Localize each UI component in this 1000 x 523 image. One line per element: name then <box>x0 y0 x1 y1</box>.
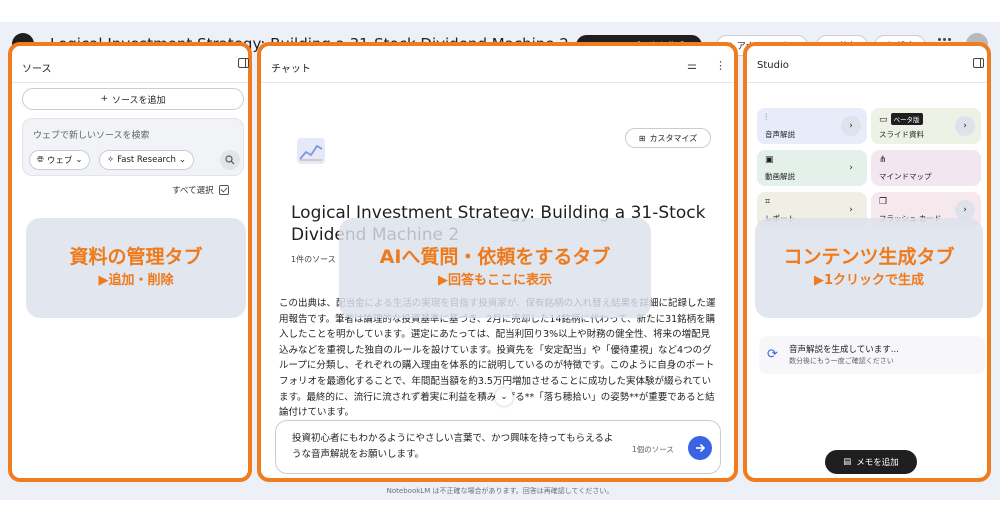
source-count-text: 1件のソース <box>291 255 336 264</box>
tile-audio-label: 音声解説 <box>765 130 795 139</box>
chat-input[interactable]: 投資初心者にもわかるようにやさしい言葉で、かつ興味を持ってもらえるような音声解説… <box>275 420 721 474</box>
search-placeholder: ウェブで新しいソースを検索 <box>33 131 150 141</box>
sources-annotation-title: 資料の管理タブ <box>69 246 203 268</box>
audio-generating-item[interactable]: ⟳ 音声解説を生成しています... 数分後にもう一度ご確認ください <box>759 336 985 374</box>
beta-badge: ベータ版 <box>890 113 923 125</box>
web-chip[interactable]: 🌐︎ ウェブ ⌄ <box>29 150 91 170</box>
sparkle-search-icon: ✧ <box>107 155 115 165</box>
tile-mindmap-label: マインドマップ <box>879 172 932 181</box>
mind-map-icon: ⋔ <box>879 155 887 165</box>
note-icon: ▤ <box>843 457 852 467</box>
divider <box>747 82 987 83</box>
slides-icon: ▭ ベータ版 <box>879 113 923 125</box>
studio-annotation: コンテンツ生成タブ ▶1クリックで生成 <box>755 218 983 318</box>
select-all-label: すべて選択 <box>172 186 214 196</box>
scroll-down-button[interactable]: ⌄ <box>495 388 513 406</box>
chevron-down-icon: ⌄ <box>75 155 83 165</box>
add-source-button[interactable]: + ソースを追加 <box>22 88 244 110</box>
chevron-right-icon[interactable]: › <box>955 200 975 220</box>
tile-mind-map[interactable]: ⋔ マインドマップ <box>871 150 981 186</box>
chat-annotation-title: AIへ質問・依頼をするタブ <box>379 246 611 268</box>
add-note-label: メモを追加 <box>856 458 899 468</box>
send-button[interactable] <box>688 436 712 460</box>
audio-wave-icon: ⫶ <box>765 113 768 123</box>
add-note-button[interactable]: ▤ メモを追加 <box>825 450 917 474</box>
divider <box>12 82 248 83</box>
audio-generating-title: 音声解説を生成しています... <box>789 345 899 355</box>
more-vert-icon[interactable]: ⋮ <box>715 59 726 72</box>
customize-button[interactable]: ⊞ カスタマイズ <box>625 128 711 148</box>
chat-heading: チャット <box>271 64 311 75</box>
video-icon: ▣ <box>765 155 774 165</box>
studio-panel: Studio ⫶ 音声解説 › ▭ ベータ版 スライド資料 › ▣ 動画解説 › … <box>743 42 991 482</box>
chat-input-text[interactable]: 投資初心者にもわかるようにやさしい言葉で、かつ興味を持ってもらえるような音声解説… <box>292 431 622 463</box>
tune-icon[interactable]: ⚌ <box>687 59 697 72</box>
chat-annotation: AIへ質問・依頼をするタブ ▶回答もここに表示 <box>339 218 651 318</box>
tile-slides[interactable]: ▭ ベータ版 スライド資料 › <box>871 108 981 144</box>
tile-video-overview[interactable]: ▣ 動画解説 › <box>757 150 867 186</box>
tile-audio-overview[interactable]: ⫶ 音声解説 › <box>757 108 867 144</box>
chat-annotation-sub: ▶回答もここに表示 <box>438 273 552 288</box>
web-chip-label: ウェブ <box>46 156 73 166</box>
plus-icon: + <box>100 94 108 104</box>
sources-heading: ソース <box>22 64 52 75</box>
tile-slides-label: スライド資料 <box>879 130 924 139</box>
add-source-label: ソースを追加 <box>111 95 166 106</box>
search-icon <box>225 155 235 165</box>
chevron-right-icon[interactable]: › <box>955 116 975 136</box>
select-all-checkbox[interactable] <box>218 185 229 195</box>
collapse-panel-icon[interactable] <box>238 58 249 68</box>
customize-label: カスタマイズ <box>649 133 698 143</box>
select-all-row[interactable]: すべて選択 <box>172 184 229 196</box>
report-icon: ⌗ <box>765 197 771 207</box>
research-chip[interactable]: ✧ Fast Research ⌄ <box>99 150 195 170</box>
flashcard-icon: ❐ <box>879 197 888 207</box>
input-source-count: 1個のソース <box>632 445 674 454</box>
sources-annotation-sub: ▶追加・削除 <box>98 273 174 288</box>
sync-icon: ⟳ <box>767 347 778 362</box>
search-button[interactable] <box>220 150 240 170</box>
globe-icon: 🌐︎ <box>37 155 44 165</box>
footer-disclaimer: NotebookLM は不正確な場合があります。回答は再確認してください。 <box>386 487 614 495</box>
studio-annotation-title: コンテンツ生成タブ <box>783 246 955 268</box>
divider <box>261 82 734 83</box>
chevron-down-icon: ⌄ <box>178 155 187 165</box>
collapse-panel-icon[interactable] <box>973 58 984 68</box>
web-search-box[interactable]: ウェブで新しいソースを検索 🌐︎ ウェブ ⌄ ✧ Fast Research ⌄ <box>22 118 244 176</box>
customize-icon: ⊞ <box>638 133 646 143</box>
sources-panel: ソース + ソースを追加 ウェブで新しいソースを検索 🌐︎ ウェブ ⌄ ✧ Fa… <box>8 42 252 482</box>
chevron-right-icon[interactable]: › <box>841 158 861 178</box>
notebook-chart-icon <box>297 138 325 164</box>
tile-video-label: 動画解説 <box>765 172 795 181</box>
chevron-right-icon[interactable]: › <box>841 200 861 220</box>
audio-generating-sub: 数分後にもう一度ご確認ください <box>789 357 894 365</box>
sources-annotation: 資料の管理タブ ▶追加・削除 <box>26 218 246 318</box>
studio-heading: Studio <box>757 60 789 71</box>
studio-annotation-sub: ▶1クリックで生成 <box>813 273 925 288</box>
arrow-right-icon <box>696 443 706 453</box>
chat-panel: チャット ⚌ ⋮ ⊞ カスタマイズ Logical Investment Str… <box>257 42 738 482</box>
research-chip-label: Fast Research <box>117 155 176 165</box>
chevron-right-icon[interactable]: › <box>841 116 861 136</box>
